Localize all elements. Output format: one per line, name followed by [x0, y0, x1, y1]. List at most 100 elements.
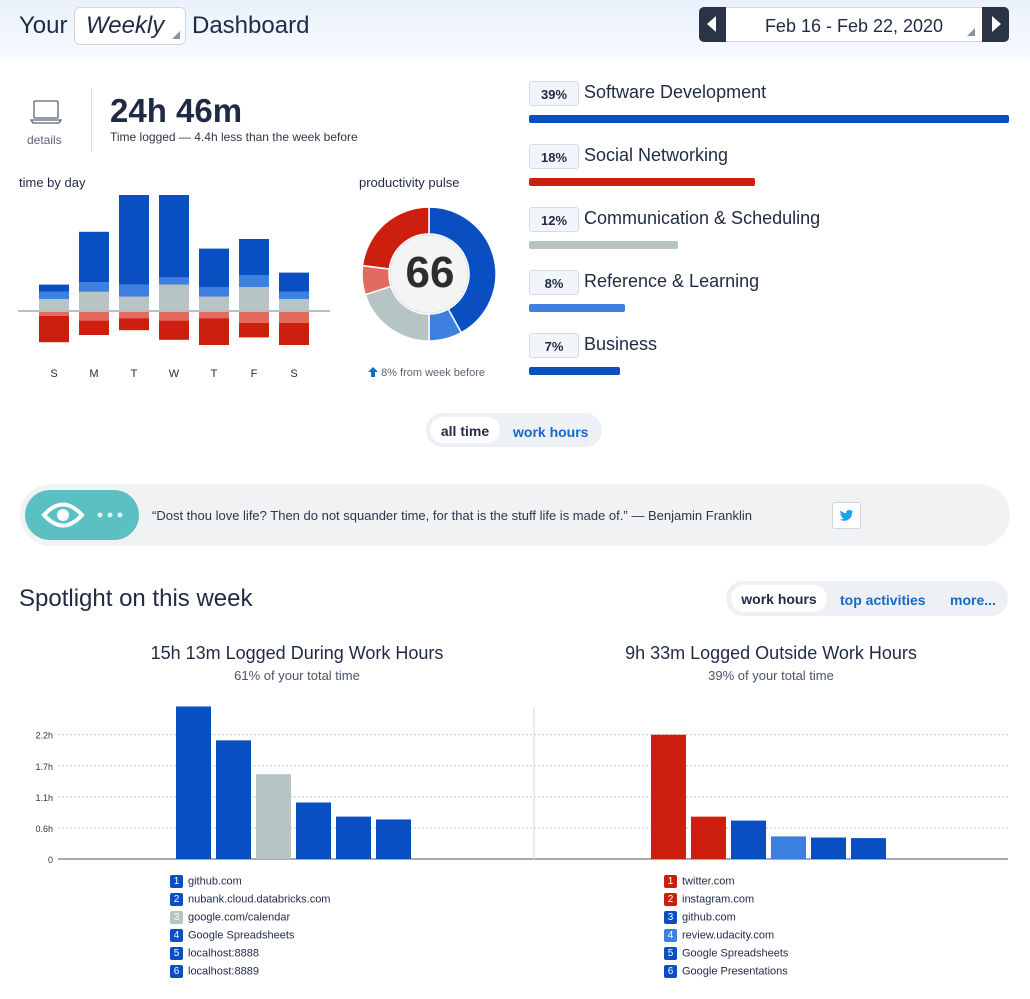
day-bar-segment[interactable] [159, 320, 189, 340]
quote-bar: “Dost thou love life? Then do not squand… [20, 484, 1010, 546]
day-bar-segment[interactable] [119, 296, 149, 311]
legend-item[interactable]: 5 Google Spreadsheets [664, 947, 788, 965]
total-time-subtitle: Time logged — 4.4h less than the week be… [110, 130, 358, 144]
day-bar-segment[interactable] [199, 296, 229, 311]
day-bar-segment[interactable] [239, 275, 269, 287]
date-range-value: Feb 16 - Feb 22, 2020 [764, 16, 944, 36]
chevron-right-icon [992, 16, 1001, 32]
category-bar [529, 241, 678, 249]
select-corner-icon [967, 28, 975, 36]
period-select[interactable]: Weekly [74, 7, 186, 45]
laptop-icon[interactable] [30, 100, 62, 124]
day-bar-segment[interactable] [79, 320, 109, 335]
legend-label: Google Presentations [682, 965, 788, 978]
day-bar-segment[interactable] [39, 291, 69, 299]
day-bar-segment[interactable] [279, 323, 309, 345]
spotlight-bar[interactable] [296, 802, 331, 860]
spotlight-bar[interactable] [256, 774, 291, 859]
tab-more[interactable]: more... [950, 584, 996, 608]
outside-hours-title: 9h 33m Logged Outside Work Hours [625, 643, 917, 663]
spotlight-bar[interactable] [811, 837, 846, 859]
y-tick-label: 1.1h [35, 793, 53, 803]
tweet-quote-button[interactable] [832, 502, 861, 529]
tab-work-hours[interactable]: work hours [731, 585, 827, 612]
day-bar-segment[interactable] [199, 318, 229, 345]
category-name: Software Development [584, 82, 767, 102]
spotlight-bar[interactable] [376, 819, 411, 859]
focus-pill[interactable] [25, 490, 139, 540]
day-bar-segment[interactable] [159, 277, 189, 285]
legend-rank-badge: 5 [664, 947, 677, 960]
spotlight-bar-charts[interactable]: 0 0.6h 1.1h 1.7h 2.2h [0, 700, 1030, 870]
category-percent: 18% [529, 144, 579, 169]
day-bar-segment[interactable] [119, 318, 149, 331]
spotlight-bar[interactable] [731, 820, 766, 859]
day-bar-segment[interactable] [279, 299, 309, 311]
day-bar-segment[interactable] [119, 195, 149, 285]
date-range-select[interactable]: Feb 16 - Feb 22, 2020 [727, 16, 981, 37]
day-bar-segment[interactable] [199, 311, 229, 319]
legend-item[interactable]: 5 localhost:8888 [170, 947, 330, 965]
day-bar-segment[interactable] [279, 291, 309, 299]
day-bar-segment[interactable] [159, 195, 189, 278]
day-bar-segment[interactable] [79, 231, 109, 283]
day-bar-segment[interactable] [239, 239, 269, 275]
legend-item[interactable]: 6 localhost:8889 [170, 965, 330, 983]
day-bar-segment[interactable] [239, 323, 269, 338]
legend-item[interactable]: 3 github.com [664, 911, 788, 929]
day-bar-segment[interactable] [39, 299, 69, 311]
day-bar-segment[interactable] [119, 284, 149, 297]
legend-rank-badge: 1 [170, 875, 183, 888]
spotlight-bar[interactable] [336, 816, 371, 859]
spotlight-bar[interactable] [176, 706, 211, 859]
day-bar-segment[interactable] [199, 248, 229, 287]
legend-item[interactable]: 6 Google Presentations [664, 965, 788, 983]
day-bar-segment[interactable] [159, 284, 189, 311]
day-bar-segment[interactable] [79, 311, 109, 321]
tab-work-hours[interactable]: work hours [513, 416, 588, 440]
category-name: Communication & Scheduling [584, 208, 821, 228]
day-bar-segment[interactable] [279, 311, 309, 323]
legend-label: review.udacity.com [682, 929, 775, 942]
legend-rank-badge: 2 [170, 893, 183, 906]
work-hours-subtitle: 61% of your total time [234, 668, 360, 683]
day-bar-segment[interactable] [279, 272, 309, 292]
spotlight-bar[interactable] [771, 836, 806, 859]
legend-label: github.com [682, 911, 736, 924]
tab-all-time[interactable]: all time [430, 417, 500, 443]
day-bar-segment[interactable] [239, 311, 269, 323]
legend-item[interactable]: 4 Google Spreadsheets [170, 929, 330, 947]
legend-item[interactable]: 3 google.com/calendar [170, 911, 330, 929]
details-link[interactable]: details [27, 133, 62, 147]
day-bar-segment[interactable] [199, 287, 229, 297]
spotlight-bar[interactable] [651, 734, 686, 859]
legend-label: twitter.com [682, 875, 735, 888]
category-bar [529, 115, 1009, 123]
productivity-score: 66 [405, 248, 455, 297]
quote-text: “Dost thou love life? Then do not squand… [152, 508, 752, 523]
legend-item[interactable]: 1 github.com [170, 875, 330, 893]
time-by-day-chart[interactable] [18, 195, 330, 345]
day-bar-segment[interactable] [119, 311, 149, 319]
next-week-button[interactable] [982, 7, 1009, 42]
legend-rank-badge: 1 [664, 875, 677, 888]
spotlight-bar[interactable] [851, 838, 886, 859]
day-bar-segment[interactable] [39, 315, 69, 343]
day-bar-segment[interactable] [79, 291, 109, 311]
day-bar-segment[interactable] [239, 287, 269, 311]
previous-week-button[interactable] [699, 7, 726, 42]
legend-item[interactable]: 1 twitter.com [664, 875, 788, 893]
period-select-value: Weekly [86, 12, 165, 39]
category-bar [529, 304, 625, 312]
dashboard-header: Your Weekly Dashboard Feb 16 - Feb 22, 2… [0, 0, 1030, 58]
spotlight-bar[interactable] [691, 816, 726, 859]
legend-item[interactable]: 2 nubank.cloud.databricks.com [170, 893, 330, 911]
legend-item[interactable]: 4 review.udacity.com [664, 929, 788, 947]
day-bar-segment[interactable] [39, 284, 69, 292]
tab-top-activities[interactable]: top activities [840, 584, 926, 608]
legend-rank-badge: 2 [664, 893, 677, 906]
legend-item[interactable]: 2 instagram.com [664, 893, 788, 911]
day-bar-segment[interactable] [79, 282, 109, 292]
day-bar-segment[interactable] [159, 311, 189, 321]
spotlight-bar[interactable] [216, 740, 251, 859]
